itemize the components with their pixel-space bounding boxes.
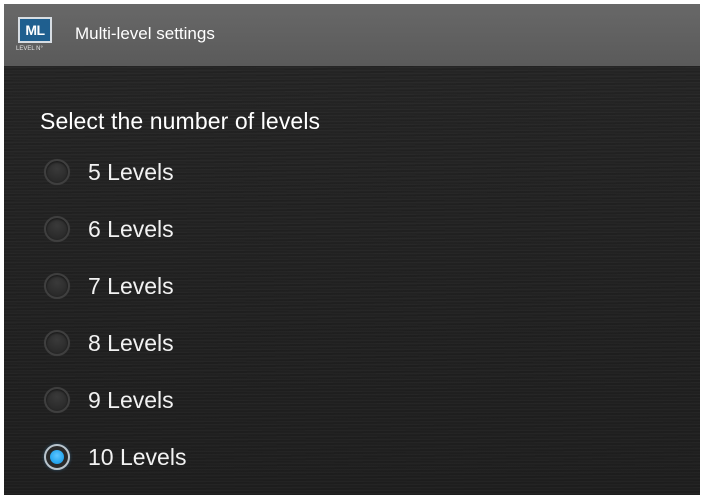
radio-option-9-levels[interactable]: 9 Levels xyxy=(40,375,540,425)
radio-option-6-levels[interactable]: 6 Levels xyxy=(40,204,540,254)
radio-label: 8 Levels xyxy=(88,329,174,356)
radio-option-10-levels[interactable]: 10 Levels xyxy=(40,432,540,482)
radio-button[interactable] xyxy=(44,159,70,185)
radio-button[interactable] xyxy=(44,216,70,242)
logo-badge: ML xyxy=(18,17,52,43)
section-heading: Select the number of levels xyxy=(40,108,321,134)
radio-option-5-levels[interactable]: 5 Levels xyxy=(40,147,540,197)
logo-subtext: LEVEL N° xyxy=(16,46,43,52)
radio-button[interactable] xyxy=(44,387,70,413)
radio-label: 7 Levels xyxy=(88,272,174,299)
radio-button[interactable] xyxy=(44,330,70,356)
radio-label: 9 Levels xyxy=(88,386,174,413)
radio-button[interactable] xyxy=(44,444,70,470)
app-screen: ML LEVEL N° Multi-level settings Select … xyxy=(4,4,700,495)
app-title: Multi-level settings xyxy=(75,24,215,43)
radio-option-8-levels[interactable]: 8 Levels xyxy=(40,318,540,368)
radio-option-7-levels[interactable]: 7 Levels xyxy=(40,261,540,311)
app-bar: ML LEVEL N° Multi-level settings xyxy=(4,4,700,66)
radio-label: 6 Levels xyxy=(88,215,174,242)
radio-label: 10 Levels xyxy=(88,443,187,470)
radio-label: 5 Levels xyxy=(88,158,174,185)
ml-logo-icon: ML LEVEL N° xyxy=(16,17,54,61)
radio-button[interactable] xyxy=(44,273,70,299)
